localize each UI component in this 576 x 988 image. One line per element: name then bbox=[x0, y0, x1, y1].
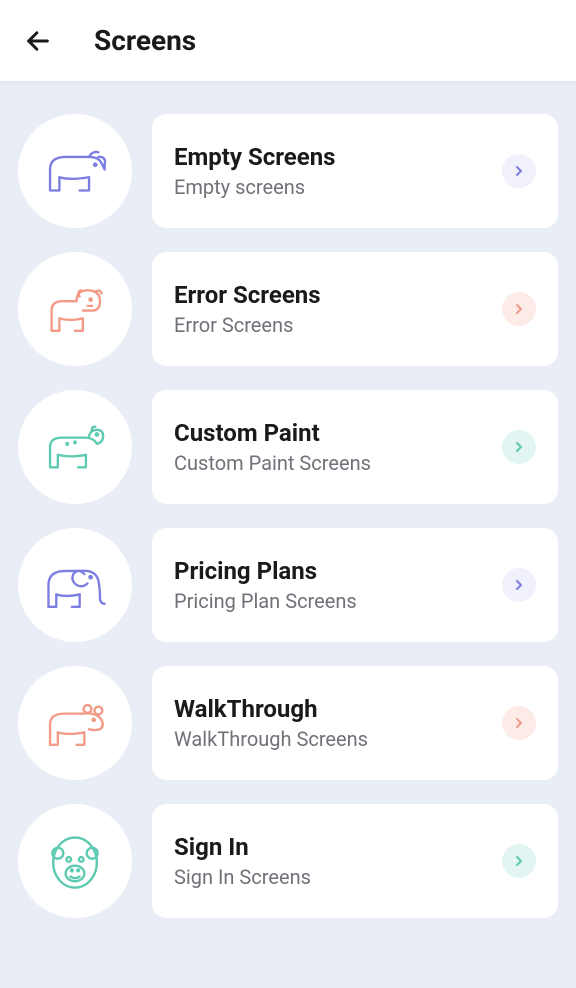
card-text: Sign In Sign In Screens bbox=[174, 833, 311, 889]
list-item: Pricing Plans Pricing Plan Screens bbox=[18, 528, 558, 642]
card-pricing-plans[interactable]: Pricing Plans Pricing Plan Screens bbox=[152, 528, 558, 642]
arrow-left-icon bbox=[24, 27, 52, 55]
card-text: Error Screens Error Screens bbox=[174, 281, 321, 337]
chevron-right-icon bbox=[502, 568, 536, 602]
list-item: Sign In Sign In Screens bbox=[18, 804, 558, 918]
card-subtitle: Custom Paint Screens bbox=[174, 451, 371, 475]
card-subtitle: WalkThrough Screens bbox=[174, 727, 368, 751]
list-item: WalkThrough WalkThrough Screens bbox=[18, 666, 558, 780]
list-item: Empty Screens Empty screens bbox=[18, 114, 558, 228]
rhino-icon bbox=[36, 132, 114, 210]
card-subtitle: Empty screens bbox=[174, 175, 336, 199]
cheetah-icon bbox=[36, 408, 114, 486]
card-title: Custom Paint bbox=[174, 419, 371, 447]
page-title: Screens bbox=[94, 24, 196, 57]
hippo-icon bbox=[36, 684, 114, 762]
card-subtitle: Pricing Plan Screens bbox=[174, 589, 357, 613]
card-empty-screens[interactable]: Empty Screens Empty screens bbox=[152, 114, 558, 228]
card-title: Empty Screens bbox=[174, 143, 336, 171]
card-subtitle: Error Screens bbox=[174, 313, 321, 337]
card-custom-paint[interactable]: Custom Paint Custom Paint Screens bbox=[152, 390, 558, 504]
card-title: Error Screens bbox=[174, 281, 321, 309]
chevron-right-icon bbox=[502, 706, 536, 740]
card-text: WalkThrough WalkThrough Screens bbox=[174, 695, 368, 751]
card-error-screens[interactable]: Error Screens Error Screens bbox=[152, 252, 558, 366]
chevron-right-icon bbox=[502, 154, 536, 188]
card-title: WalkThrough bbox=[174, 695, 368, 723]
item-icon-circle bbox=[18, 528, 132, 642]
elephant-icon bbox=[36, 546, 114, 624]
card-walkthrough[interactable]: WalkThrough WalkThrough Screens bbox=[152, 666, 558, 780]
chevron-right-icon bbox=[502, 430, 536, 464]
chevron-right-icon bbox=[502, 844, 536, 878]
item-icon-circle bbox=[18, 114, 132, 228]
item-icon-circle bbox=[18, 804, 132, 918]
lion-icon bbox=[36, 270, 114, 348]
chevron-right-icon bbox=[502, 292, 536, 326]
item-icon-circle bbox=[18, 390, 132, 504]
card-text: Custom Paint Custom Paint Screens bbox=[174, 419, 371, 475]
card-text: Pricing Plans Pricing Plan Screens bbox=[174, 557, 357, 613]
list-item: Error Screens Error Screens bbox=[18, 252, 558, 366]
card-title: Sign In bbox=[174, 833, 311, 861]
list-item: Custom Paint Custom Paint Screens bbox=[18, 390, 558, 504]
card-sign-in[interactable]: Sign In Sign In Screens bbox=[152, 804, 558, 918]
card-title: Pricing Plans bbox=[174, 557, 357, 585]
back-button[interactable] bbox=[18, 21, 58, 61]
header: Screens bbox=[0, 0, 576, 82]
item-icon-circle bbox=[18, 666, 132, 780]
gorilla-icon bbox=[36, 822, 114, 900]
card-subtitle: Sign In Screens bbox=[174, 865, 311, 889]
card-text: Empty Screens Empty screens bbox=[174, 143, 336, 199]
screens-list: Empty Screens Empty screens Err bbox=[0, 82, 576, 936]
item-icon-circle bbox=[18, 252, 132, 366]
